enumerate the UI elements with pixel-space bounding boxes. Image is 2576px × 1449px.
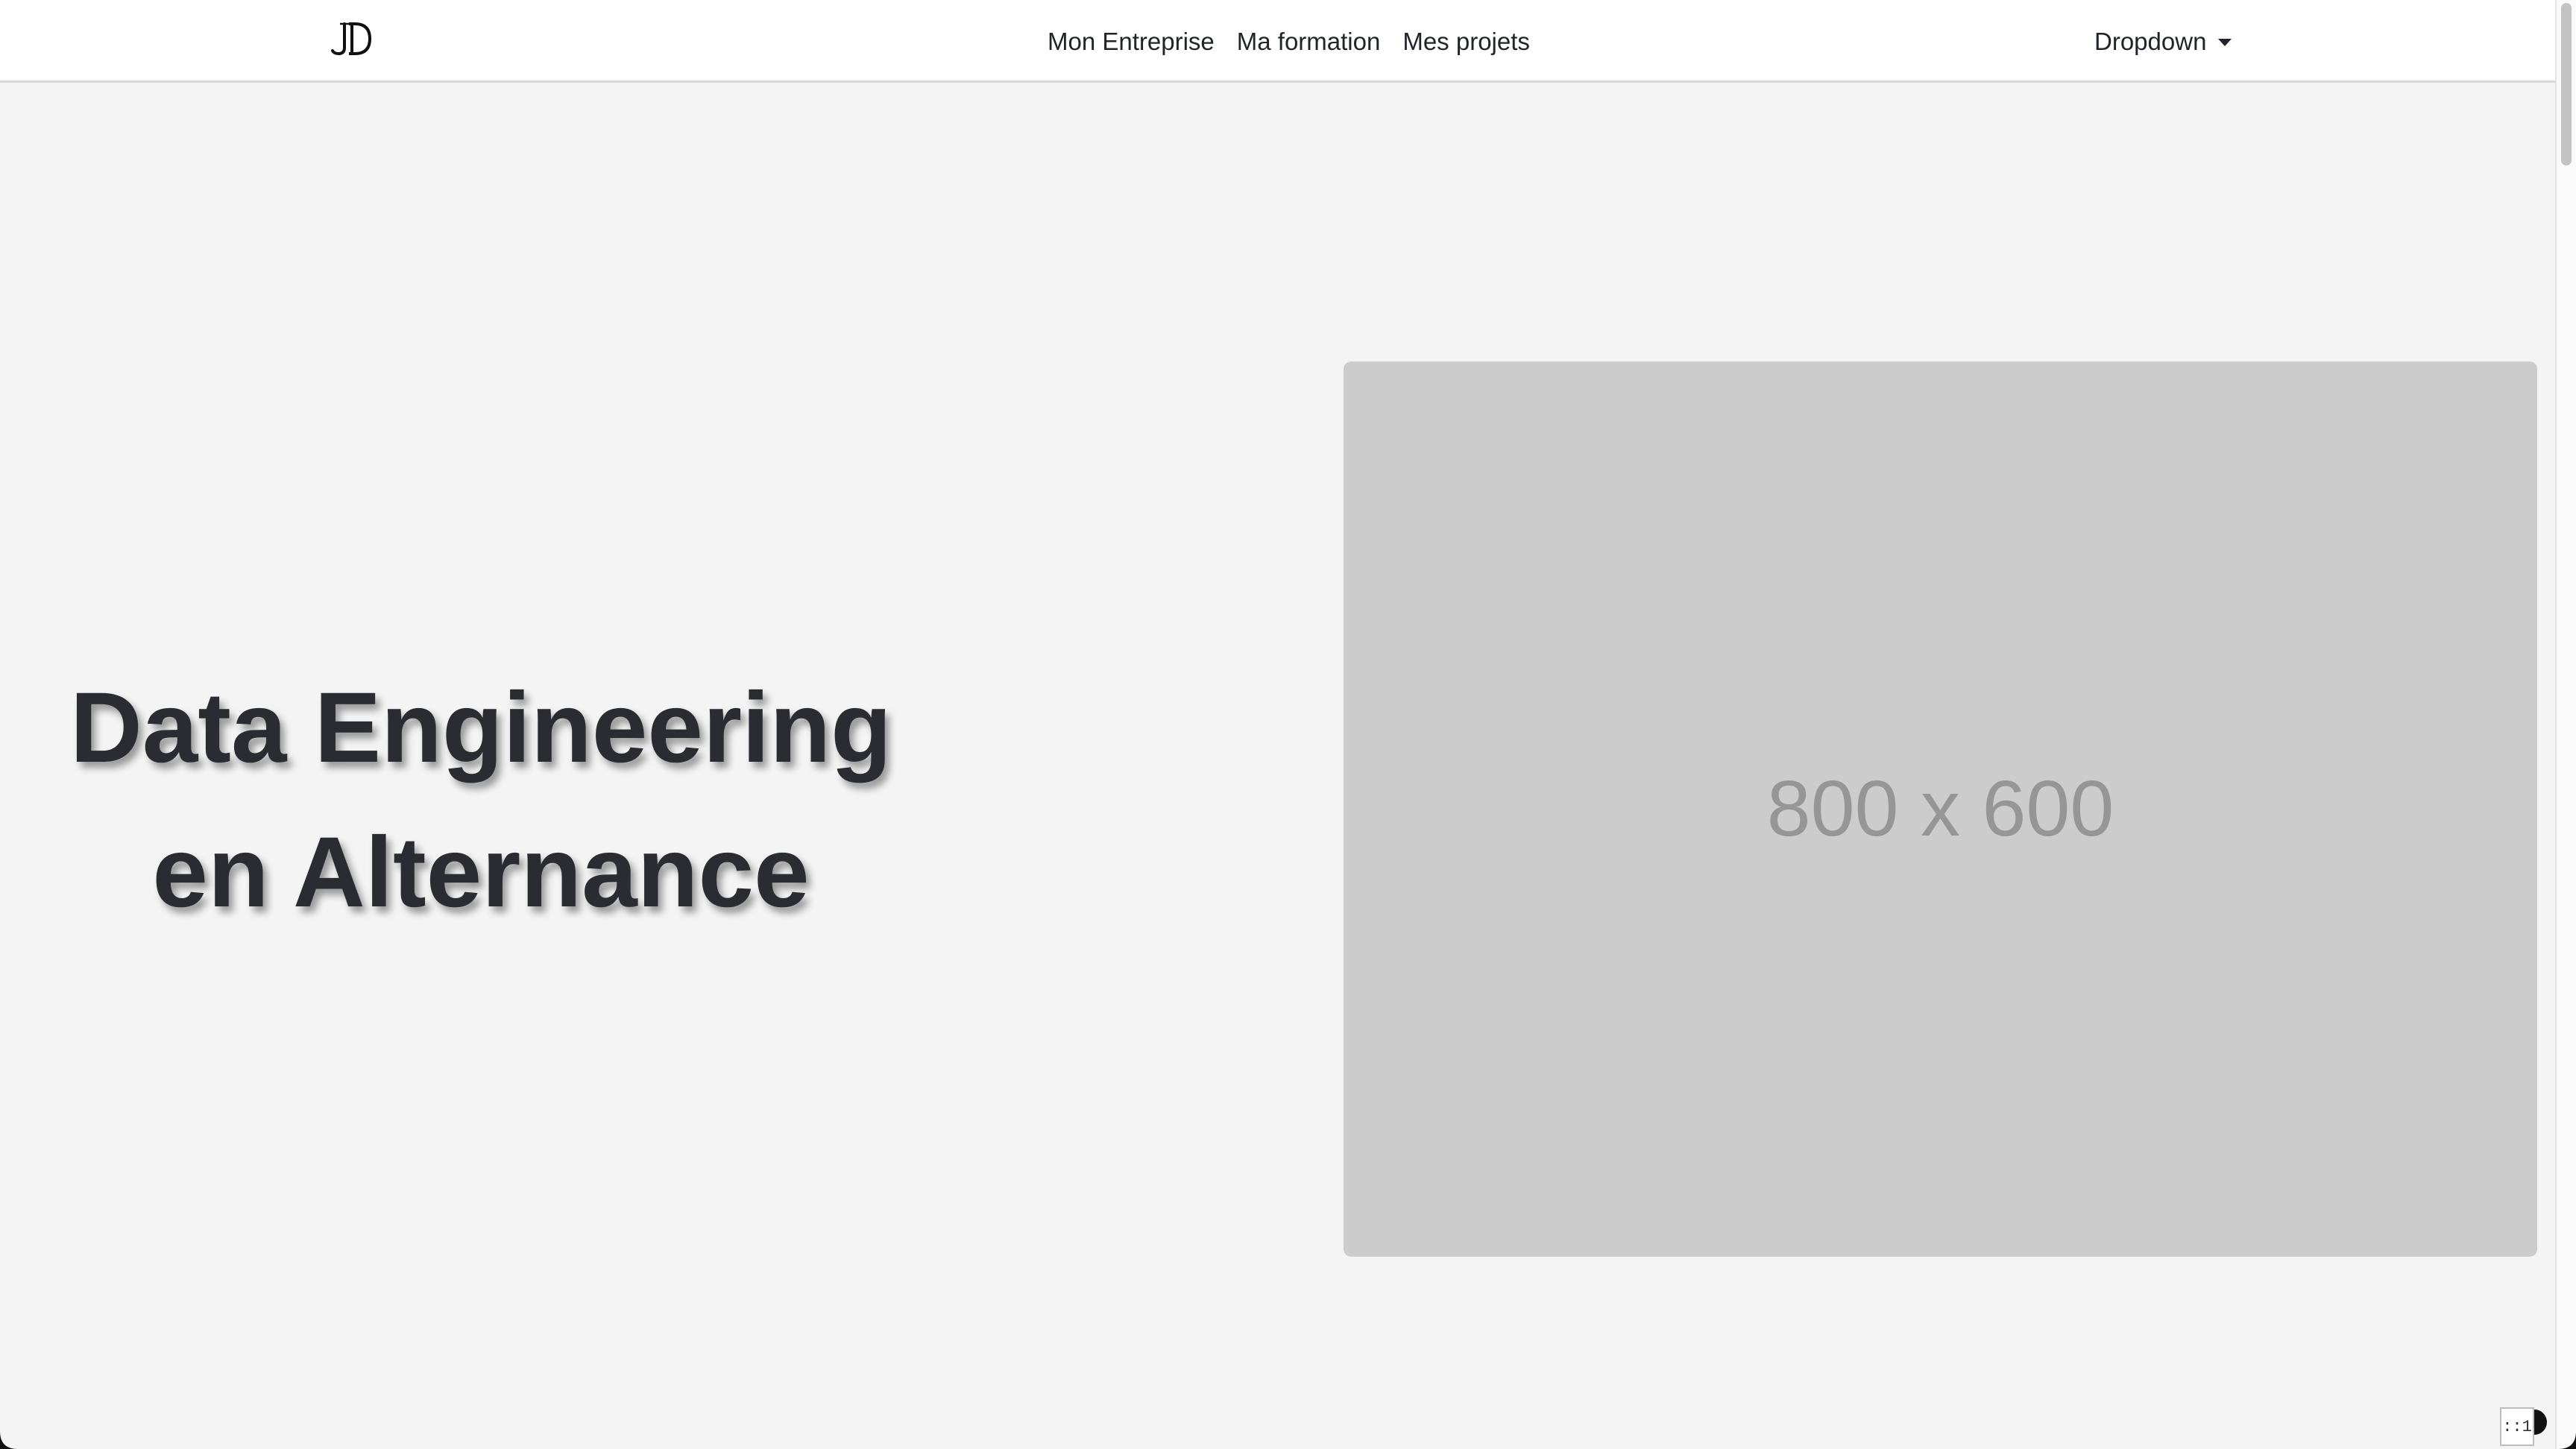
- nav-link-mes-projets[interactable]: Mes projets: [1391, 29, 1541, 54]
- brand-logo[interactable]: [328, 18, 374, 60]
- window-corner-edge: [0, 1431, 2576, 1449]
- nav-link-ma-formation[interactable]: Ma formation: [1226, 29, 1392, 54]
- hero-title-line-1: Data Engineering: [70, 672, 892, 783]
- hero-title: Data Engineering en Alternance: [67, 656, 895, 945]
- vertical-scrollbar[interactable]: [2555, 0, 2576, 1449]
- navbar: Mon Entreprise Ma formation Mes projets …: [0, 0, 2555, 83]
- dropdown-label: Dropdown: [2094, 28, 2207, 55]
- nav-links: Mon Entreprise Ma formation Mes projets: [1036, 0, 1541, 83]
- hero-title-line-2: en Alternance: [152, 817, 810, 928]
- scrollbar-thumb[interactable]: [2561, 3, 2572, 165]
- hero-image-placeholder: 800 x 600: [1344, 362, 2537, 1257]
- caret-down-icon: [2218, 38, 2232, 46]
- jd-logo-icon: [331, 22, 372, 56]
- dropdown-toggle[interactable]: Dropdown: [2094, 0, 2232, 83]
- page: Mon Entreprise Ma formation Mes projets …: [0, 0, 2576, 1449]
- nav-link-mon-entreprise[interactable]: Mon Entreprise: [1036, 29, 1226, 54]
- contrast-icon[interactable]: [2529, 1407, 2550, 1437]
- placeholder-size-label: 800 x 600: [1766, 765, 2114, 853]
